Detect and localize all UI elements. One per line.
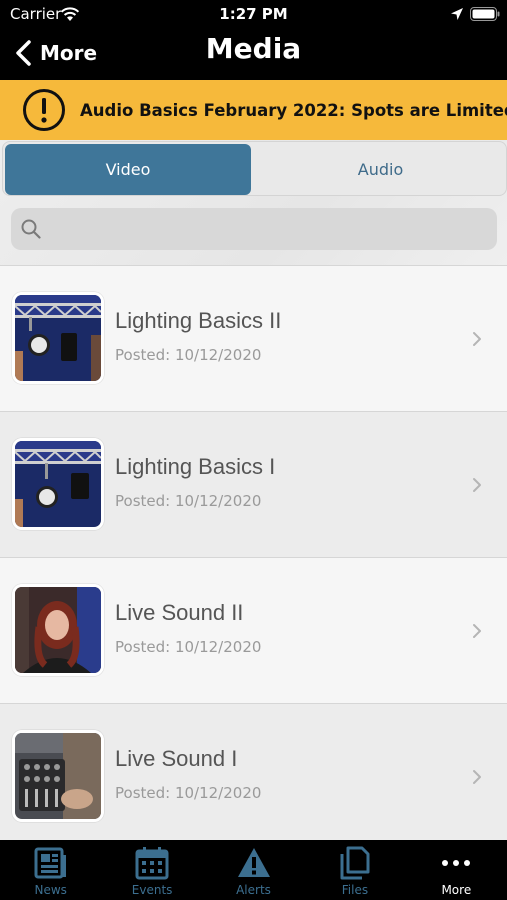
location-arrow-icon [451,8,463,20]
segment-video[interactable]: Video [5,144,251,195]
alert-circle-icon [23,89,65,131]
chevron-right-icon [473,624,481,638]
calendar-icon [135,847,169,880]
alert-banner[interactable]: Audio Basics February 2022: Spots are Li… [0,80,507,140]
list-item[interactable]: Live Sound II Posted: 10/12/2020 [0,557,507,703]
tab-label: News [34,883,67,897]
files-icon [340,846,370,880]
tab-more[interactable]: More [406,840,507,900]
tab-label: More [441,883,472,897]
media-list: Lighting Basics II Posted: 10/12/2020 Li… [0,265,507,840]
search-bar[interactable] [11,208,497,250]
segment-audio[interactable]: Audio [255,144,506,195]
battery-icon [470,7,500,21]
item-title: Live Sound I [115,746,238,771]
item-posted-date: Posted: 10/12/2020 [115,638,262,656]
tab-label: Events [131,883,173,897]
tab-label: Files [341,883,369,897]
newspaper-icon [34,847,66,879]
status-time: 1:27 PM [219,5,288,23]
banner-text: Audio Basics February 2022: Spots are Li… [80,100,507,120]
search-input[interactable] [51,208,481,250]
chevron-right-icon [473,478,481,492]
item-posted-date: Posted: 10/12/2020 [115,492,262,510]
video-thumbnail [12,292,104,384]
lighting-rig-thumbnail-image [15,441,101,527]
tab-news[interactable]: News [0,840,101,900]
item-title: Lighting Basics I [115,454,276,479]
lighting-rig-thumbnail-image [15,295,101,381]
item-title: Lighting Basics II [115,308,282,333]
video-thumbnail [12,584,104,676]
tab-bar: News Events Alerts Files More [0,840,507,900]
status-bar: Carrier 1:27 PM [0,0,507,30]
list-item[interactable]: Lighting Basics I Posted: 10/12/2020 [0,411,507,557]
media-type-segmented-control: Video Audio [2,141,507,196]
tab-files[interactable]: Files [304,840,405,900]
item-posted-date: Posted: 10/12/2020 [115,784,262,802]
chevron-right-icon [473,770,481,784]
tab-events[interactable]: Events [101,840,202,900]
chevron-right-icon [473,332,481,346]
video-thumbnail [12,730,104,822]
video-thumbnail [12,438,104,530]
page-title: Media [205,32,302,65]
list-item[interactable]: Live Sound I Posted: 10/12/2020 [0,703,507,840]
list-item[interactable]: Lighting Basics II Posted: 10/12/2020 [0,265,507,411]
item-title: Live Sound II [115,600,244,625]
search-icon [21,219,41,239]
tab-label: Alerts [236,883,271,897]
mixer-thumbnail-image [15,733,101,819]
warning-icon [237,848,270,877]
navigation-bar: More Media [0,30,507,80]
presenter-thumbnail-image [15,587,101,673]
tab-alerts[interactable]: Alerts [203,840,304,900]
item-posted-date: Posted: 10/12/2020 [115,346,262,364]
more-dots-icon [442,860,471,866]
filter-area: Video Audio [0,140,507,265]
